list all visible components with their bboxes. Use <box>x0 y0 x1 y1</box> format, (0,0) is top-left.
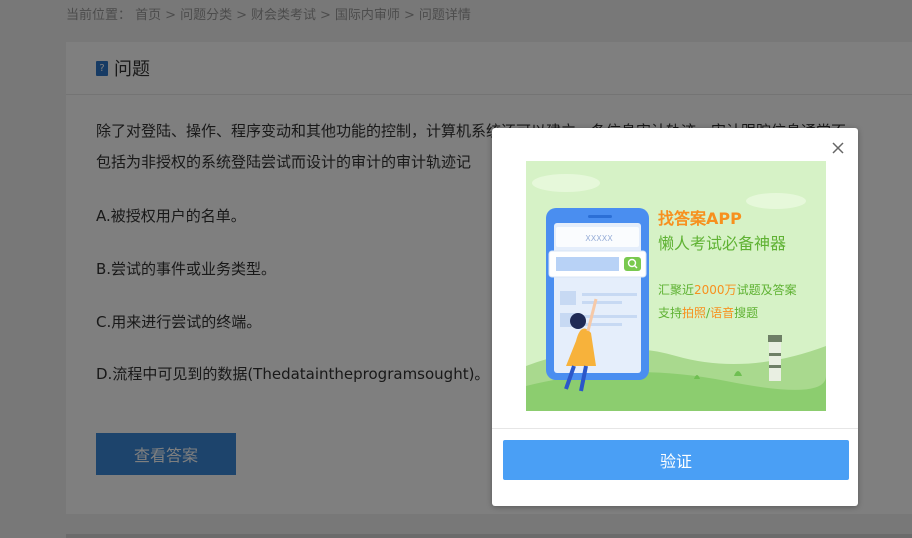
close-icon[interactable] <box>830 140 846 156</box>
ad-headline: 找答案APP <box>658 209 742 228</box>
ad-line-1: 汇聚近2000万试题及答案 <box>658 282 797 297</box>
ad-line-2: 支持拍照/语音搜题 <box>658 305 758 320</box>
ad-subheadline: 懒人考试必备神器 <box>658 234 786 253</box>
modal-divider <box>492 428 858 429</box>
verification-modal: XXXXX 找答案APP 懒人考试必备神器 汇聚近2000万试题及答案 支持拍照… <box>492 128 858 506</box>
app-ad-banner[interactable]: XXXXX 找答案APP 懒人考试必备神器 汇聚近2000万试题及答案 支持拍照… <box>526 161 826 411</box>
verify-button[interactable]: 验证 <box>503 440 849 480</box>
ad-search-placeholder: XXXXX <box>585 234 613 243</box>
